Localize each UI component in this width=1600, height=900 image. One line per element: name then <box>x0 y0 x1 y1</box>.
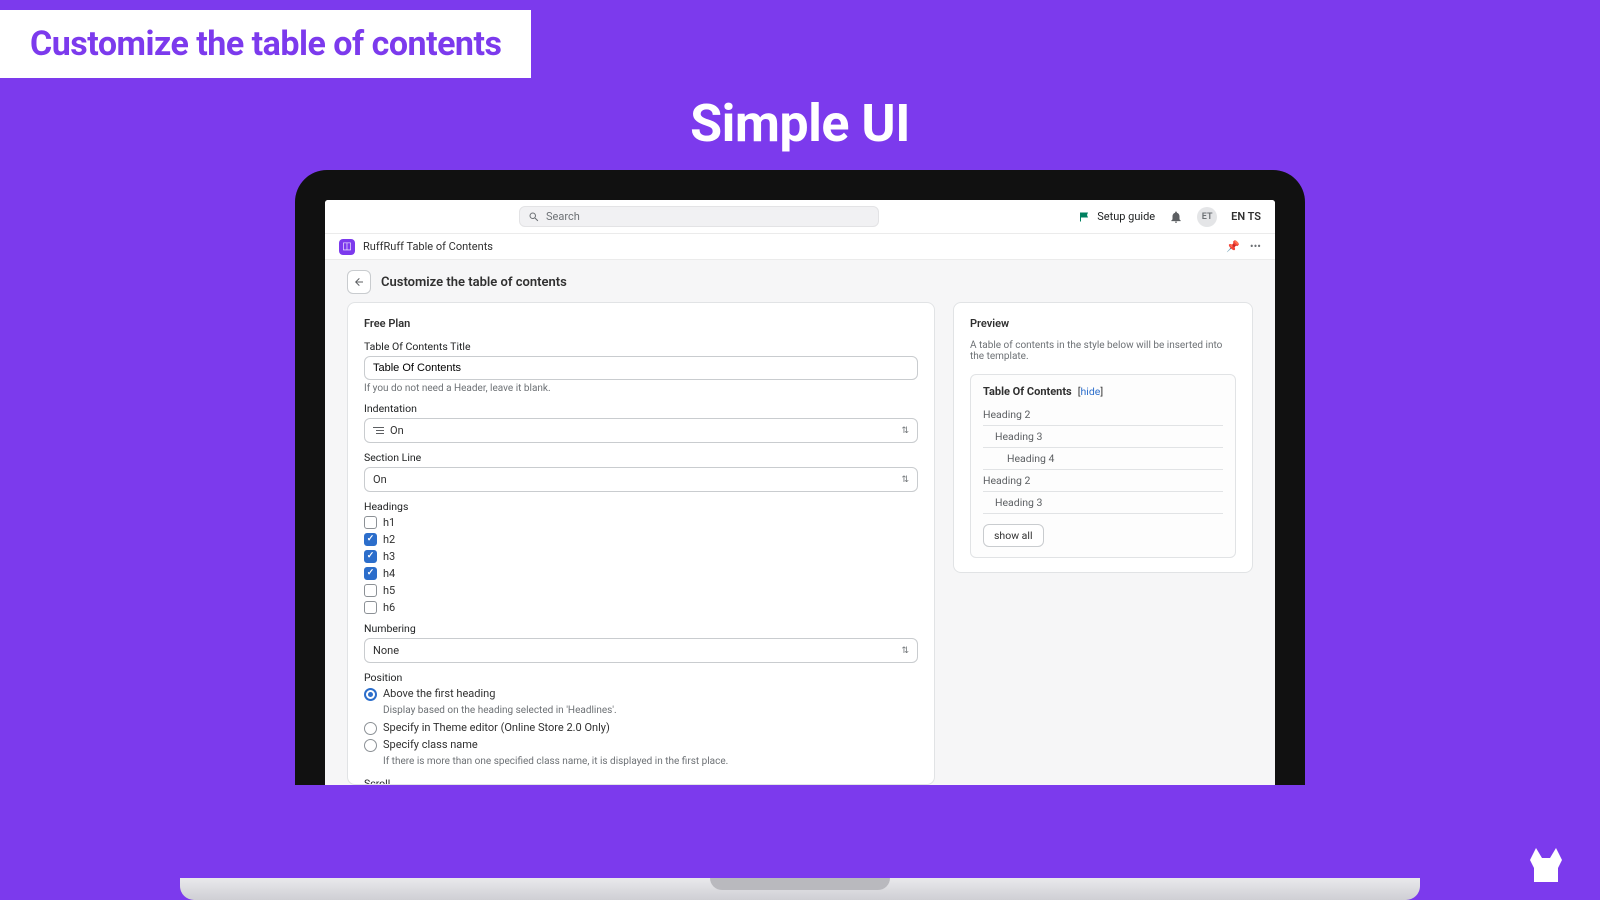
heading-check-label: h3 <box>383 550 395 563</box>
heading-check-label: h1 <box>383 516 395 529</box>
preview-hide-toggle[interactable]: [hide] <box>1078 385 1103 398</box>
indent-icon <box>373 427 384 435</box>
preview-box: Table Of Contents [hide] Heading 2Headin… <box>970 374 1236 558</box>
pin-icon[interactable]: 📌 <box>1226 240 1240 253</box>
preview-card: Preview A table of contents in the style… <box>953 302 1253 573</box>
settings-card: Free Plan Table Of Contents Title If you… <box>347 302 935 785</box>
avatar[interactable]: ET <box>1197 207 1217 227</box>
heading-check-label: h6 <box>383 601 395 614</box>
laptop-base <box>180 878 1420 900</box>
numbering-select[interactable]: None ⇅ <box>364 638 918 663</box>
toc-title-label: Table Of Contents Title <box>364 340 918 353</box>
indentation-select[interactable]: On ⇅ <box>364 418 918 443</box>
preview-item[interactable]: Heading 4 <box>983 448 1223 470</box>
search-icon <box>528 211 540 223</box>
chevron-updown-icon: ⇅ <box>901 426 909 436</box>
user-label: EN TS <box>1231 210 1261 223</box>
radio-icon <box>364 688 377 701</box>
preview-item[interactable]: Heading 2 <box>983 404 1223 426</box>
chevron-updown-icon: ⇅ <box>901 646 909 656</box>
position-radiolist: Above the first heading Display based on … <box>364 687 918 769</box>
more-icon[interactable]: ••• <box>1250 240 1261 253</box>
heading-check-h2[interactable]: h2 <box>364 533 918 546</box>
setup-guide-label: Setup guide <box>1097 210 1155 223</box>
checkbox-icon <box>364 601 377 614</box>
preview-desc: A table of contents in the style below w… <box>970 340 1236 362</box>
plan-label: Free Plan <box>364 317 918 330</box>
page-title: Customize the table of contents <box>381 275 567 290</box>
heading-check-h5[interactable]: h5 <box>364 584 918 597</box>
bell-icon[interactable] <box>1169 210 1183 224</box>
toc-title-input[interactable] <box>364 356 918 380</box>
preview-item[interactable]: Heading 3 <box>983 426 1223 448</box>
checkbox-icon <box>364 550 377 563</box>
heading-check-h4[interactable]: h4 <box>364 567 918 580</box>
banner-title: Customize the table of contents <box>0 10 531 78</box>
indentation-label: Indentation <box>364 402 918 415</box>
radio-icon <box>364 722 377 735</box>
position-radio-label: Specify class name <box>383 738 478 751</box>
show-all-button[interactable]: show all <box>983 524 1044 547</box>
heading-check-label: h5 <box>383 584 395 597</box>
search-placeholder: Search <box>546 210 580 223</box>
preview-toc-title: Table Of Contents <box>983 385 1072 398</box>
preview-item[interactable]: Heading 3 <box>983 492 1223 514</box>
heading-check-h6[interactable]: h6 <box>364 601 918 614</box>
checkbox-icon <box>364 567 377 580</box>
hero-title: Simple UI <box>0 93 1600 154</box>
checkbox-icon <box>364 533 377 546</box>
scroll-label: Scroll <box>364 777 918 785</box>
heading-check-h1[interactable]: h1 <box>364 516 918 529</box>
topbar: Search Setup guide ET EN TS <box>325 200 1275 234</box>
position-label: Position <box>364 671 918 684</box>
position-radio-label: Above the first heading <box>383 687 495 700</box>
app-icon: ◫ <box>339 239 355 255</box>
setup-guide-link[interactable]: Setup guide <box>1079 210 1155 223</box>
position-radio-sub: Display based on the heading selected in… <box>383 705 918 716</box>
position-radio-1[interactable]: Specify in Theme editor (Online Store 2.… <box>364 721 918 735</box>
checkbox-icon <box>364 516 377 529</box>
heading-check-h3[interactable]: h3 <box>364 550 918 563</box>
headings-checklist: h1 h2 h3 h4 h5 h6 <box>364 516 918 614</box>
indentation-value: On <box>390 424 404 437</box>
app-screen: Search Setup guide ET EN TS ◫ RuffRuff T… <box>325 200 1275 785</box>
radio-icon <box>364 739 377 752</box>
preview-item[interactable]: Heading 2 <box>983 470 1223 492</box>
headings-label: Headings <box>364 500 918 513</box>
checkbox-icon <box>364 584 377 597</box>
search-input[interactable]: Search <box>519 206 879 227</box>
page-header: Customize the table of contents <box>325 260 1275 302</box>
section-line-select[interactable]: On ⇅ <box>364 467 918 492</box>
numbering-label: Numbering <box>364 622 918 635</box>
position-radio-label: Specify in Theme editor (Online Store 2.… <box>383 721 610 734</box>
heading-check-label: h2 <box>383 533 395 546</box>
heading-check-label: h4 <box>383 567 395 580</box>
chevron-updown-icon: ⇅ <box>901 475 909 485</box>
toc-title-help: If you do not need a Header, leave it bl… <box>364 383 918 394</box>
arrow-left-icon <box>353 276 365 288</box>
laptop-notch <box>710 878 890 890</box>
laptop-frame: Search Setup guide ET EN TS ◫ RuffRuff T… <box>295 170 1305 785</box>
brand-dog-icon <box>1522 840 1570 888</box>
preview-title: Preview <box>970 317 1236 330</box>
position-radio-sub: If there is more than one specified clas… <box>383 756 918 767</box>
back-button[interactable] <box>347 270 371 294</box>
flag-icon <box>1079 211 1091 223</box>
app-name: RuffRuff Table of Contents <box>363 240 493 253</box>
app-header: ◫ RuffRuff Table of Contents 📌 ••• <box>325 234 1275 260</box>
section-line-label: Section Line <box>364 451 918 464</box>
position-radio-0[interactable]: Above the first heading <box>364 687 918 701</box>
section-line-value: On <box>373 473 387 486</box>
numbering-value: None <box>373 644 399 657</box>
position-radio-2[interactable]: Specify class name <box>364 738 918 752</box>
